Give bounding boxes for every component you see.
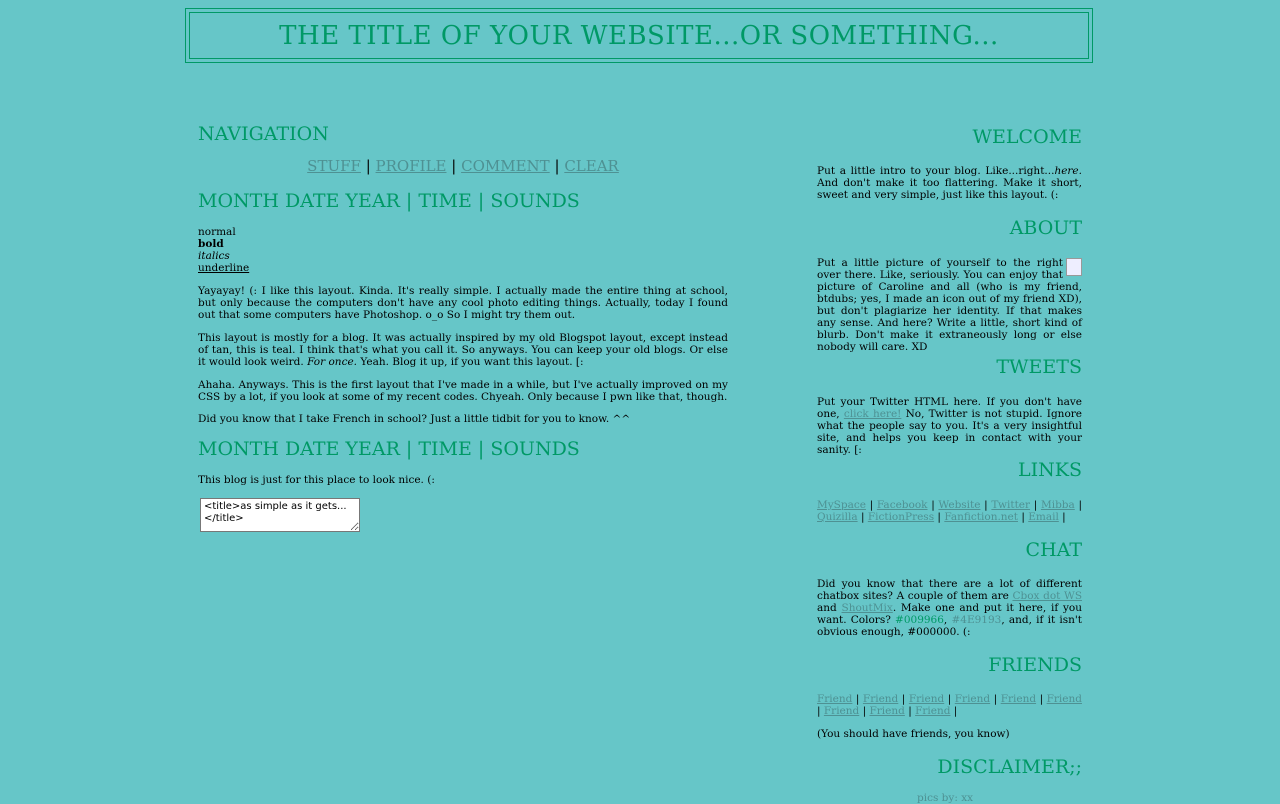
friend-link[interactable]: Friend xyxy=(817,693,852,705)
friends-list: Friend | Friend | Friend | Friend | Frie… xyxy=(817,693,1082,717)
welcome-text-italic: here. xyxy=(1054,165,1082,177)
nav-link-clear[interactable]: CLEAR xyxy=(564,157,619,175)
disclaimer-text: pics by: xx xyxy=(917,792,974,804)
welcome-text-2: And don't make it too flattering. Make i… xyxy=(817,177,1082,201)
post-1-heading: MONTH DATE YEAR | TIME | SOUNDS xyxy=(198,190,580,212)
nav-separator: | xyxy=(365,157,371,175)
nav-link-profile[interactable]: PROFILE xyxy=(376,157,447,175)
nav-link-comment[interactable]: COMMENT xyxy=(461,157,550,175)
nav-link-stuff[interactable]: STUFF xyxy=(307,157,361,175)
color-swatch-blue: #4E9193 xyxy=(951,614,1002,626)
about-text: Put a little picture of yourself to the … xyxy=(817,257,1082,353)
code-textarea[interactable]: <title>as simple as it gets...</title> xyxy=(200,498,360,532)
tweets-text: Put your Twitter HTML here. If you don't… xyxy=(817,396,1082,456)
links-list: MySpace | Facebook | Website | Twitter |… xyxy=(817,499,1082,523)
post-1-paragraph-1: Yayayay! (: I like this layout. Kinda. I… xyxy=(198,285,728,321)
post-1-p2-italic: For once. xyxy=(307,356,357,368)
friend-link[interactable]: Friend xyxy=(1001,693,1036,705)
post-2-paragraph-1: This blog is just for this place to look… xyxy=(198,474,435,486)
shoutmix-link[interactable]: ShoutMix xyxy=(842,602,893,614)
link-fanfiction[interactable]: Fanfiction.net xyxy=(944,511,1018,523)
site-title-inner-border: THE TITLE OF YOUR WEBSITE...OR SOMETHING… xyxy=(189,12,1089,59)
tweets-heading: TWEETS xyxy=(996,356,1082,378)
link-myspace[interactable]: MySpace xyxy=(817,499,866,511)
about-text-body: Put a little picture of yourself to the … xyxy=(817,257,1082,353)
chat-text: Did you know that there are a lot of dif… xyxy=(817,578,1082,638)
style-underline: underline xyxy=(198,262,250,274)
link-fictionpress[interactable]: FictionPress xyxy=(868,511,934,523)
chat-heading: CHAT xyxy=(1025,539,1082,561)
about-heading: ABOUT xyxy=(1009,217,1082,239)
friend-link[interactable]: Friend xyxy=(863,693,898,705)
style-italics: italics xyxy=(198,250,230,262)
chat-text-2: and xyxy=(817,602,842,614)
nav-separator: | xyxy=(451,157,457,175)
disclaimer-heading: DISCLAIMER;; xyxy=(937,756,1082,778)
friend-link[interactable]: Friend xyxy=(1047,693,1082,705)
friend-link[interactable]: Friend xyxy=(955,693,990,705)
link-facebook[interactable]: Facebook xyxy=(877,499,928,511)
navigation-links: STUFF | PROFILE | COMMENT | CLEAR xyxy=(198,157,728,175)
style-normal: normal xyxy=(198,226,236,238)
post-2-heading: MONTH DATE YEAR | TIME | SOUNDS xyxy=(198,438,580,460)
friends-note: (You should have friends, you know) xyxy=(817,728,1010,740)
link-quizilla[interactable]: Quizilla xyxy=(817,511,858,523)
post-1-paragraph-4: Did you know that I take French in schoo… xyxy=(198,413,631,425)
friend-link[interactable]: Friend xyxy=(915,705,950,717)
friend-link[interactable]: Friend xyxy=(824,705,859,717)
link-mibba[interactable]: Mibba xyxy=(1041,499,1075,511)
site-title-box: THE TITLE OF YOUR WEBSITE...OR SOMETHING… xyxy=(185,8,1093,63)
nav-separator: | xyxy=(554,157,560,175)
cbox-link[interactable]: Cbox dot WS xyxy=(1012,590,1082,602)
color-swatch-green: #009966 xyxy=(895,614,944,626)
post-1-p2-text-end: Yeah. Blog it up, if you want this layou… xyxy=(357,356,584,368)
post-1-paragraph-3: Ahaha. Anyways. This is the first layout… xyxy=(198,379,728,403)
post-1-paragraph-2: This layout is mostly for a blog. It was… xyxy=(198,332,728,368)
welcome-text-1: Put a little intro to your blog. Like...… xyxy=(817,165,1055,177)
twitter-signup-link[interactable]: click here! xyxy=(844,408,902,420)
welcome-heading: WELCOME xyxy=(972,126,1082,148)
text-style-examples: normal bold italics underline xyxy=(198,226,249,274)
links-heading: LINKS xyxy=(1018,459,1082,481)
link-website[interactable]: Website xyxy=(938,499,980,511)
site-title: THE TITLE OF YOUR WEBSITE...OR SOMETHING… xyxy=(279,20,999,51)
friend-link[interactable]: Friend xyxy=(869,705,904,717)
friends-heading: FRIENDS xyxy=(988,654,1082,676)
welcome-text: Put a little intro to your blog. Like...… xyxy=(817,165,1082,201)
link-email[interactable]: Email xyxy=(1028,511,1059,523)
link-twitter[interactable]: Twitter xyxy=(991,499,1030,511)
friend-link[interactable]: Friend xyxy=(909,693,944,705)
navigation-heading: NAVIGATION xyxy=(198,123,329,145)
profile-picture xyxy=(1066,258,1082,276)
style-bold: bold xyxy=(198,238,224,250)
